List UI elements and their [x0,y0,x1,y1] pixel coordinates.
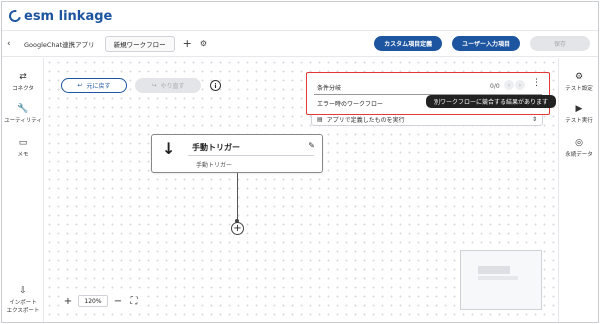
redo-button[interactable]: ↪ やり直す [135,78,201,93]
select-value: アプリで定義したものを実行 [326,116,405,124]
chevron-down-icon[interactable]: › [515,80,525,90]
sidebar-item-label: メモ [17,152,29,158]
more-options-icon[interactable]: ⋮ [532,79,541,88]
trigger-node[interactable]: ↓ 手動トリガー ✎ 手動トリガー [151,134,323,173]
sidebar-item-utility[interactable]: 🔧 ユーティリティ [2,104,44,124]
redo-icon: ↪ [151,82,157,89]
database-icon: ◎ [575,138,583,148]
custom-fields-button[interactable]: カスタム項目定義 [374,36,443,51]
minimap-node [478,276,518,280]
arrow-down-icon: ↓ [162,139,176,158]
zoom-level: 120% [78,295,108,307]
node-connector [237,173,238,222]
redo-label: やり直す [160,83,185,90]
sidebar-item-test-run[interactable]: ▶ テスト実行 [559,104,598,124]
zoom-out-button[interactable]: − [112,295,124,307]
logo-mark-icon [6,7,24,25]
workflow-toolbar: ‹ GoogleChat連携アプリ 新規ワークフロー + ⚙ カスタム項目定義 … [2,30,598,57]
search-count: 0/0 [490,83,500,90]
sidebar-item-persistent-data[interactable]: ◎ 永続データ [559,138,598,158]
right-sidebar: ⚙ テスト設定 ▶ テスト実行 ◎ 永続データ [558,58,598,322]
sidebar-item-import-export[interactable]: ⇩ インポート エクスポート [2,286,44,314]
transfer-icon: ⇄ [19,72,27,82]
user-input-button[interactable]: ユーザー入力項目 [452,36,520,51]
sidebar-item-connector[interactable]: ⇄ コネクタ [2,72,44,92]
node-subtitle: 手動トリガー [196,162,233,169]
zoom-in-button[interactable]: + [62,295,74,307]
chevron-left-icon[interactable]: ‹ [7,39,21,49]
brand-name: esm linkage [24,8,113,24]
comment-icon: ▭ [18,138,28,148]
gear-icon: ⚙ [574,72,584,82]
minimap-node [478,266,510,274]
select-icon: ▤ [317,115,323,123]
chevron-up-icon[interactable]: ‹ [504,80,514,90]
zoom-controls: + 120% − ⛶ [62,295,140,307]
info-icon[interactable]: i [210,80,221,91]
tab-workflow[interactable]: 新規ワークフロー [104,35,175,52]
save-button[interactable]: 保存 [530,36,590,51]
edit-icon[interactable]: ✎ [308,141,315,150]
sidebar-item-label: エクスポート [6,308,40,314]
add-tab-icon[interactable]: + [183,37,192,50]
conflict-tooltip: 別ワークフローに競合する結果があります [426,95,557,108]
fit-view-icon[interactable]: ⛶ [128,295,140,307]
node-title: 手動トリガー [192,143,240,152]
brand-logo: esm linkage [6,7,113,25]
gear-icon[interactable]: ⚙ [200,39,207,48]
undo-label: 元に戻す [86,83,111,90]
sidebar-item-memo[interactable]: ▭ メモ [2,138,44,158]
sidebar-item-label: テスト実行 [565,118,593,124]
undo-button[interactable]: ↩ 元に戻す [61,78,127,93]
search-input[interactable]: 条件分岐 [317,83,341,92]
app-frame: esm linkage ‹ GoogleChat連携アプリ 新規ワークフロー +… [1,1,599,323]
left-sidebar: ⇄ コネクタ 🔧 ユーティリティ ▭ メモ ⇩ インポート エクスポート [2,58,44,322]
sidebar-item-label: テスト設定 [565,86,593,92]
node-divider [188,155,314,156]
sidebar-item-label: ユーティリティ [4,118,42,124]
app-name: GoogleChat連携アプリ [24,40,95,49]
sidebar-item-label: コネクタ [12,86,34,92]
minimap[interactable] [460,250,542,310]
search-panel: 条件分岐 0/0 ‹ › ⋮ エラー時のワークフロー 別ワークフローに競合する結… [306,72,557,115]
sidebar-item-test-settings[interactable]: ⚙ テスト設定 [559,72,598,92]
undo-icon: ↩ [77,82,83,89]
sidebar-item-label: 永続データ [565,152,593,158]
import-export-icon: ⇩ [19,286,27,296]
brand-bar: esm linkage [2,2,598,30]
sidebar-item-label: インポート [9,300,37,306]
add-node-button[interactable]: + [231,222,244,235]
error-workflow-label: エラー時のワークフロー [317,101,384,108]
chevron-updown-icon: ⇕ [531,115,537,123]
wrench-icon: 🔧 [17,104,29,114]
play-icon: ▶ [575,104,583,114]
